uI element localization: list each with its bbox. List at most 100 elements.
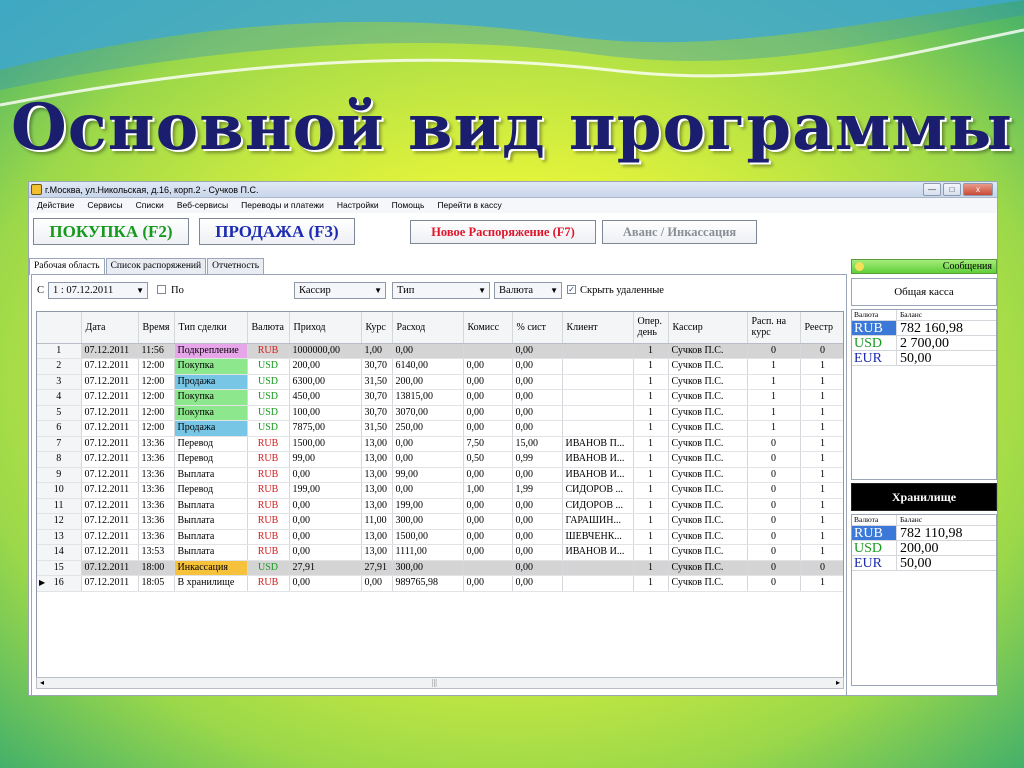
- tab-workspace[interactable]: Рабочая область: [29, 258, 105, 275]
- menu-action[interactable]: Действие: [37, 198, 74, 213]
- table-row[interactable]: 11 07.12.2011 13:36 Выплата RUB 0,00 13,00 199,…: [37, 498, 843, 514]
- balance-row[interactable]: EUR 50,00: [852, 556, 996, 571]
- cell-commission: 0,00: [463, 544, 513, 561]
- menu-lists[interactable]: Списки: [136, 198, 164, 213]
- cell-order-rate: 1: [747, 358, 801, 375]
- balance-row[interactable]: RUB 782 160,98: [852, 321, 996, 336]
- type-select[interactable]: Тип ▼: [392, 282, 490, 299]
- messages-label: Сообщения: [942, 261, 992, 272]
- minimize-button[interactable]: —: [923, 183, 941, 196]
- slide-title: Основной вид программы: [11, 90, 1013, 165]
- advance-collection-button[interactable]: Аванс / Инкассация: [602, 220, 757, 244]
- col-income[interactable]: Приход: [289, 312, 362, 344]
- to-label: По: [171, 285, 184, 296]
- tab-reports[interactable]: Отчетность: [207, 258, 265, 274]
- buy-button[interactable]: ПОКУПКА (F2): [33, 218, 189, 245]
- col-expense[interactable]: Расход: [392, 312, 464, 344]
- cell-order-rate: 0: [747, 575, 801, 592]
- table-row[interactable]: 10 07.12.2011 13:36 Перевод RUB 199,00 13,00 0,…: [37, 482, 843, 499]
- menu-transfers[interactable]: Переводы и платежи: [241, 198, 324, 213]
- currency-select[interactable]: Валюта ▼: [494, 282, 562, 299]
- cell-deal-type: Перевод: [174, 451, 248, 468]
- menu-go-to-cash[interactable]: Перейти в кассу: [437, 198, 501, 213]
- row-number: 11: [37, 498, 82, 514]
- horizontal-scrollbar[interactable]: ◂ ||| ▸: [36, 677, 844, 689]
- table-row[interactable]: 13 07.12.2011 13:36 Выплата RUB 0,00 13,00 1500…: [37, 529, 843, 545]
- balance-row[interactable]: EUR 50,00: [852, 351, 996, 366]
- scroll-right-icon[interactable]: ▸: [836, 678, 840, 688]
- col-oper-day[interactable]: Опер. день: [633, 312, 669, 344]
- table-row[interactable]: 4 07.12.2011 12:00 Покупка USD 450,00 30,70 138…: [37, 389, 843, 406]
- menu-help[interactable]: Помощь: [392, 198, 425, 213]
- cell-registry: 1: [800, 529, 843, 545]
- balance-row[interactable]: RUB 782 110,98: [852, 526, 996, 541]
- table-row[interactable]: 5 07.12.2011 12:00 Покупка USD 100,00 30,70 307…: [37, 405, 843, 421]
- row-number: 5: [37, 405, 82, 421]
- cell-expense: 0,00: [392, 343, 464, 359]
- col-client[interactable]: Клиент: [562, 312, 634, 344]
- to-checkbox[interactable]: [157, 285, 166, 294]
- table-row[interactable]: 14 07.12.2011 13:53 Выплата RUB 0,00 13,00 1111…: [37, 544, 843, 561]
- hide-deleted-checkbox[interactable]: ✓: [567, 285, 576, 294]
- maximize-button[interactable]: □: [943, 183, 961, 196]
- cell-date: 07.12.2011: [81, 389, 139, 406]
- grid-header: Дата Время Тип сделки Валюта Приход Курс…: [37, 312, 843, 344]
- sell-button[interactable]: ПРОДАЖА (F3): [199, 218, 355, 245]
- table-row[interactable]: 9 07.12.2011 13:36 Выплата RUB 0,00 13,00 99,00…: [37, 467, 843, 483]
- table-row[interactable]: ▶ 16 07.12.2011 18:05 В хранилище RUB 0,00 0,00…: [37, 575, 843, 592]
- col-registry[interactable]: Реестр: [800, 312, 843, 344]
- menu-web-services[interactable]: Веб-сервисы: [177, 198, 228, 213]
- table-row[interactable]: 6 07.12.2011 12:00 Продажа USD 7875,00 31,50 25…: [37, 420, 843, 437]
- col-time[interactable]: Время: [138, 312, 175, 344]
- cell-cashier: Сучков П.С.: [668, 498, 748, 514]
- balance-row[interactable]: USD 200,00: [852, 541, 996, 556]
- from-date-select[interactable]: 1 : 07.12.2011 ▼: [48, 282, 148, 299]
- row-number: 9: [37, 467, 82, 483]
- new-order-button[interactable]: Новое Распоряжение (F7): [410, 220, 596, 244]
- vault-button[interactable]: Хранилище: [851, 483, 997, 511]
- col-date[interactable]: Дата: [81, 312, 139, 344]
- row-number: 4: [37, 389, 82, 406]
- col-order-rate[interactable]: Расп. на курс: [747, 312, 801, 344]
- table-row[interactable]: 3 07.12.2011 12:00 Продажа USD 6300,00 31,50 20…: [37, 374, 843, 390]
- cell-rate: 13,00: [361, 482, 393, 499]
- menu-services[interactable]: Сервисы: [87, 198, 122, 213]
- cashier-select[interactable]: Кассир ▼: [294, 282, 386, 299]
- cell-expense: 250,00: [392, 420, 464, 437]
- menu-settings[interactable]: Настройки: [337, 198, 379, 213]
- workspace-panel: С 1 : 07.12.2011 ▼ По Кассир ▼ Тип ▼ Валюта…: [31, 274, 847, 696]
- close-button[interactable]: x: [963, 183, 993, 196]
- balance-row[interactable]: USD 2 700,00: [852, 336, 996, 351]
- col-currency[interactable]: Валюта: [247, 312, 290, 344]
- cell-system-pct: 0,99: [512, 451, 563, 468]
- cell-currency: RUB: [247, 343, 290, 359]
- col-cashier[interactable]: Кассир: [668, 312, 748, 344]
- cell-date: 07.12.2011: [81, 420, 139, 437]
- cell-order-rate: 0: [747, 467, 801, 483]
- cell-rate: 31,50: [361, 420, 393, 437]
- table-row[interactable]: 1 07.12.2011 11:56 Подкрепление RUB 1000000,0…: [37, 343, 843, 359]
- table-row[interactable]: 15 07.12.2011 18:00 Инкассация USD 27,91 27,91…: [37, 560, 843, 576]
- table-row[interactable]: 7 07.12.2011 13:36 Перевод RUB 1500,00 13,00 0,…: [37, 436, 843, 452]
- cell-income: 99,00: [289, 451, 362, 468]
- cell-expense: 200,00: [392, 374, 464, 390]
- col-system-pct[interactable]: % сист: [512, 312, 563, 344]
- messages-button[interactable]: Сообщения: [851, 259, 997, 274]
- col-deal-type[interactable]: Тип сделки: [174, 312, 248, 344]
- cell-date: 07.12.2011: [81, 482, 139, 499]
- table-row[interactable]: 8 07.12.2011 13:36 Перевод RUB 99,00 13,00 0,00…: [37, 451, 843, 468]
- table-row[interactable]: 12 07.12.2011 13:36 Выплата RUB 0,00 11,00 300,…: [37, 513, 843, 530]
- col-commission[interactable]: Комисс: [463, 312, 513, 344]
- scroll-left-icon[interactable]: ◂: [40, 678, 44, 688]
- cell-time: 12:00: [138, 358, 175, 375]
- cell-client: ИВАНОВ И...: [562, 544, 634, 561]
- general-cash-button[interactable]: Общая касса: [851, 278, 997, 306]
- table-row[interactable]: 2 07.12.2011 12:00 Покупка USD 200,00 30,70 614…: [37, 358, 843, 375]
- cell-order-rate: 0: [747, 529, 801, 545]
- cell-currency: USD: [247, 420, 290, 437]
- tab-orders[interactable]: Список распоряжений: [105, 258, 207, 274]
- col-rate[interactable]: Курс: [361, 312, 393, 344]
- tab-bar: Рабочая область Список распоряжений Отче…: [29, 258, 265, 275]
- cell-order-rate: 0: [747, 451, 801, 468]
- row-number: ▶ 16: [37, 575, 82, 592]
